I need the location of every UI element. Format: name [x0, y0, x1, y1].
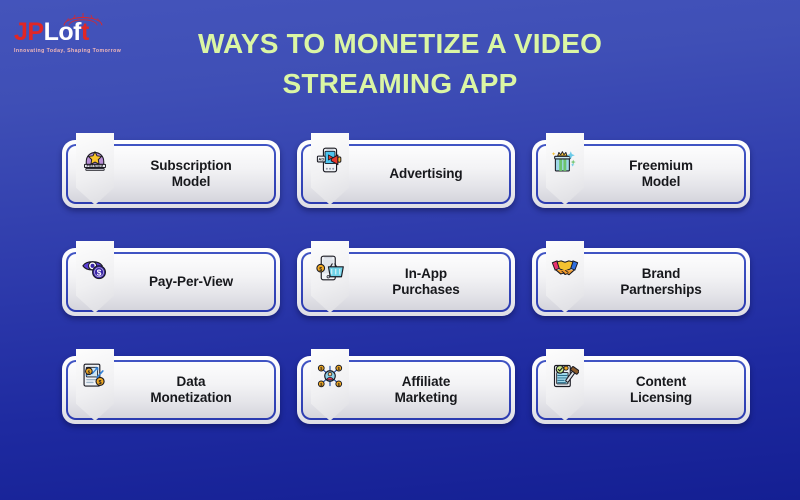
card-label: Subscription Model [150, 157, 232, 189]
card-pay-per-view[interactable]: Pay-Per-View $ [62, 241, 280, 316]
card-affiliate-marketing[interactable]: Affiliate Marketing $ $ $ $ [297, 349, 515, 424]
card-content-licensing[interactable]: Content Licensing [532, 349, 750, 424]
page-title: WAYS TO MONETIZE A VIDEO STREAMING APP [0, 24, 800, 104]
document-gavel-icon [553, 364, 579, 388]
svg-text:PREMIUM: PREMIUM [87, 164, 104, 168]
document-chart-coins-icon: $ $ [83, 363, 105, 387]
svg-text:AD: AD [318, 157, 324, 162]
svg-text:$: $ [97, 268, 102, 278]
ad-phone-megaphone-icon: AD [316, 147, 342, 173]
card-in-app-purchases[interactable]: In-App Purchases $ [297, 241, 515, 316]
phone-shopping-basket-icon: $ [316, 255, 344, 281]
page-title-line-2: STREAMING APP [282, 67, 518, 99]
handshake-icon [551, 260, 579, 276]
card-label: In-App Purchases [392, 265, 460, 297]
card-subscription-model[interactable]: Subscription Model PREMIUM [62, 133, 280, 208]
monetization-methods-grid: Subscription Model PREMIUM Advertising A… [62, 133, 750, 424]
card-advertising[interactable]: Advertising AD [297, 133, 515, 208]
svg-text:$: $ [88, 370, 91, 376]
card-label: Brand Partnerships [620, 265, 702, 297]
eye-dollar-coin-icon: $ [82, 261, 106, 280]
card-label: Freemium Model [629, 157, 693, 189]
premium-badge-icon: PREMIUM [84, 151, 106, 171]
network-person-coins-icon: $ $ $ $ [317, 364, 343, 388]
card-label: Data Monetization [150, 373, 232, 405]
svg-text:$: $ [319, 267, 322, 273]
card-brand-partnerships[interactable]: Brand Partnerships [532, 241, 750, 316]
card-label: Content Licensing [629, 373, 693, 405]
page-title-line-1: WAYS TO MONETIZE A VIDEO [197, 28, 603, 59]
card-label: Affiliate Marketing [394, 373, 458, 405]
card-data-monetization[interactable]: Data Monetization $ $ [62, 349, 280, 424]
card-label: Pay-Per-View [148, 273, 234, 289]
card-freemium-model[interactable]: Freemium Model [532, 133, 750, 208]
card-label: Advertising [389, 165, 463, 181]
gift-box-crown-icon [551, 151, 576, 172]
